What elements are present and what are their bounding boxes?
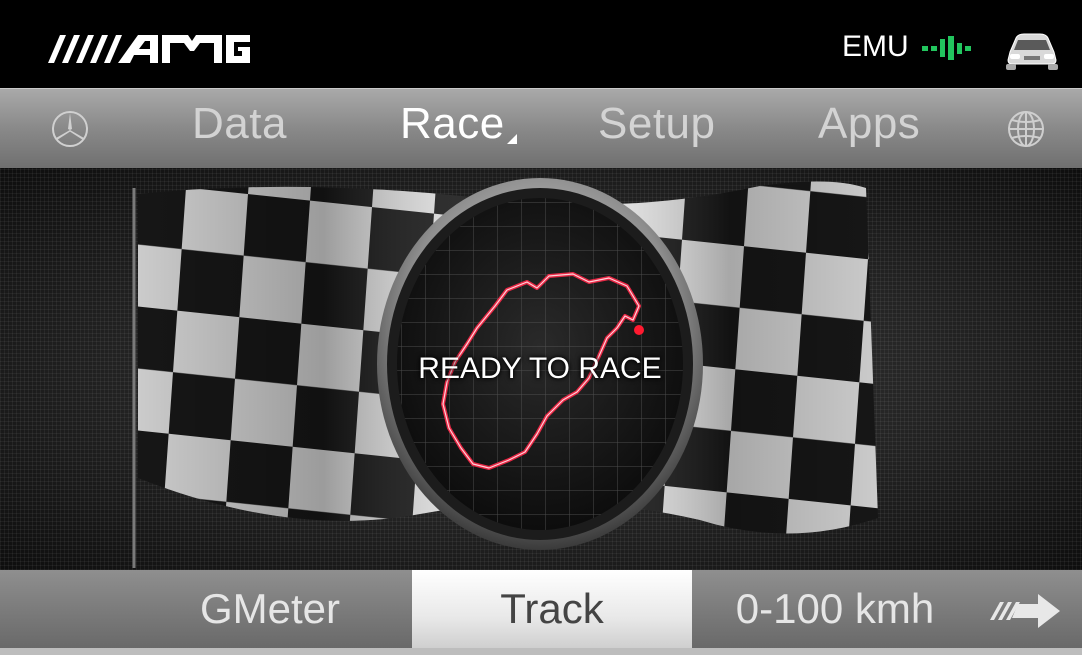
amg-logo xyxy=(48,35,250,63)
amg-race-screen: EMU Data Race Setup Apps READY TO RACE G… xyxy=(0,0,1082,655)
bottom-divider xyxy=(0,648,1082,655)
signal-icon xyxy=(922,36,971,60)
top-bar: EMU xyxy=(0,0,1082,88)
ready-status: READY TO RACE xyxy=(418,352,662,385)
menu-item-apps[interactable]: Apps xyxy=(818,99,920,149)
emu-label: EMU xyxy=(842,30,909,63)
car-icon[interactable] xyxy=(1004,30,1060,70)
menu-item-data[interactable]: Data xyxy=(192,99,287,149)
dropdown-caret-icon xyxy=(506,134,517,144)
globe-icon[interactable] xyxy=(1006,109,1046,149)
tab-track[interactable]: Track xyxy=(412,570,692,653)
menu-item-race[interactable]: Race xyxy=(400,99,517,149)
menu-item-setup[interactable]: Setup xyxy=(598,99,715,149)
menu-bar: Data Race Setup Apps xyxy=(0,88,1082,169)
menu-item-race-label: Race xyxy=(400,99,505,148)
race-main-panel: READY TO RACE xyxy=(0,168,1082,570)
tab-0-100-kmh[interactable]: 0-100 kmh xyxy=(700,570,970,648)
tab-gmeter[interactable]: GMeter xyxy=(170,570,370,648)
position-marker xyxy=(634,325,644,335)
bottom-tab-bar: GMeter Track 0-100 kmh xyxy=(0,570,1082,655)
mercedes-star-icon[interactable] xyxy=(50,109,90,149)
next-arrow-icon[interactable] xyxy=(990,590,1062,630)
